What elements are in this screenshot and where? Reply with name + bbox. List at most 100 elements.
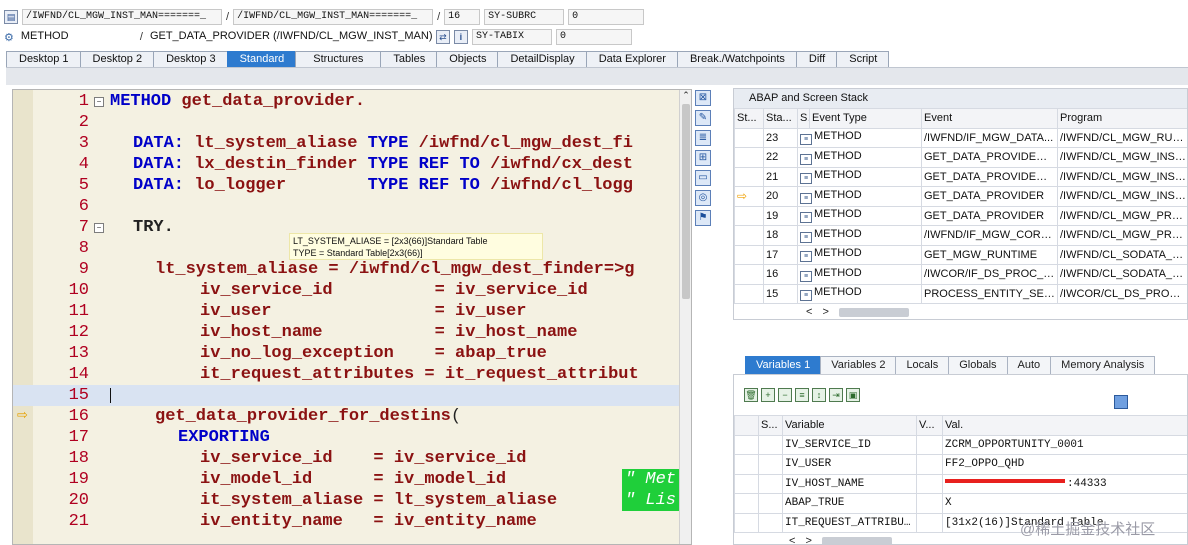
delete-icon[interactable]: 🗑: [744, 388, 758, 402]
stack-level: 21: [763, 166, 798, 187]
variable-name[interactable]: IT_REQUEST_ATTRIBUT...: [782, 512, 917, 533]
variable-name[interactable]: IV_USER: [782, 454, 917, 475]
table-row[interactable]: 23 ≡ METHOD /IWFND/IF_MGW_DATA... /IWFND/…: [734, 127, 1187, 148]
code-editor[interactable]: 1 − METHOD get_data_provider. 2 3 DATA: …: [12, 89, 692, 545]
scroll-right-icon[interactable]: >: [822, 306, 828, 318]
code-text: iv_no_log_exception = abap_true: [200, 344, 547, 363]
editor-scrollbar[interactable]: ⌃: [679, 90, 691, 544]
table-row[interactable]: 18 ≡ METHOD /IWFND/IF_MGW_CORE_... /IWFND…: [734, 225, 1187, 246]
variable-value[interactable]: ZCRM_OPPORTUNITY_0001: [942, 434, 1187, 455]
variable-name[interactable]: IV_HOST_NAME: [782, 473, 917, 494]
tab-script[interactable]: Script: [836, 51, 890, 67]
tab-detail-display[interactable]: DetailDisplay: [497, 51, 587, 67]
scroll-thumb[interactable]: [821, 536, 892, 544]
scroll-thumb[interactable]: [682, 104, 690, 299]
column-header[interactable]: S...: [758, 415, 783, 436]
remove-variable-icon[interactable]: −: [778, 388, 792, 402]
scroll-left-icon[interactable]: <: [789, 535, 795, 544]
navigate-icon[interactable]: ⇄: [435, 30, 450, 44]
program-name: /IWFND/CL_MGW_PROV...: [1057, 225, 1187, 246]
variable-name[interactable]: IV_SERVICE_ID: [782, 434, 917, 455]
event-type: METHOD: [814, 247, 862, 260]
sy-subrc-value[interactable]: 0: [568, 9, 645, 25]
column-header[interactable]: Event Type: [809, 108, 922, 129]
close-icon[interactable]: ⊠: [695, 90, 711, 106]
scroll-left-icon[interactable]: <: [806, 306, 812, 318]
fold-toggle[interactable]: −: [94, 223, 104, 233]
tab-diff[interactable]: Diff: [795, 51, 838, 67]
tab-globals[interactable]: Globals: [948, 356, 1008, 374]
tab-auto[interactable]: Auto: [1006, 356, 1052, 374]
text-cursor: [110, 388, 111, 403]
table-row[interactable]: 21 ≡ METHOD GET_DATA_PROVIDER_... /IWFND/…: [734, 166, 1187, 187]
tab-breakpoints[interactable]: Break./Watchpoints: [676, 51, 797, 67]
tab-variables-1[interactable]: Variables 1: [745, 356, 822, 374]
tab-memory-analysis[interactable]: Memory Analysis: [1050, 356, 1156, 374]
program-field[interactable]: /IWFND/CL_MGW_INST_MAN=======_: [22, 9, 222, 25]
column-header[interactable]: Val.: [942, 415, 1187, 436]
column-header[interactable]: Sta...: [763, 108, 798, 129]
code-line: 4 DATA: lx_destin_finder TYPE REF TO /iw…: [13, 154, 691, 175]
column-header[interactable]: Event: [921, 108, 1058, 129]
variable-value[interactable]: X: [942, 493, 1187, 514]
stack-level: 19: [763, 205, 798, 226]
edit-icon[interactable]: ✎: [695, 110, 711, 126]
tab-data-explorer[interactable]: Data Explorer: [585, 51, 678, 67]
list-icon[interactable]: ≡: [795, 388, 809, 402]
table-row[interactable]: IV_USER FF2_OPPO_QHD: [734, 454, 1187, 475]
variable-value[interactable]: FF2_OPPO_QHD: [942, 454, 1187, 475]
transfer-icon[interactable]: ⇥: [829, 388, 843, 402]
program-icon[interactable]: ▤: [4, 10, 18, 24]
breakpoint-icon[interactable]: ◎: [695, 190, 711, 206]
display-icon[interactable]: ▣: [846, 388, 860, 402]
tab-tables[interactable]: Tables: [380, 51, 438, 67]
sort-icon[interactable]: ↕: [812, 388, 826, 402]
tab-locals[interactable]: Locals: [895, 356, 950, 374]
column-header[interactable]: V...: [916, 415, 943, 436]
code-text: lt_system_aliase = /iwfnd/cl_mgw_dest_fi…: [155, 260, 635, 279]
split-icon[interactable]: ⊞: [695, 150, 711, 166]
tab-structures[interactable]: Structures: [295, 51, 382, 67]
column-header[interactable]: St...: [734, 108, 764, 129]
add-variable-icon[interactable]: +: [761, 388, 775, 402]
line-number: 6: [78, 197, 89, 216]
window-icon[interactable]: ▭: [695, 170, 711, 186]
table-row[interactable]: ABAP_TRUE X: [734, 493, 1187, 514]
table-row[interactable]: 16 ≡ METHOD /IWCOR/IF_DS_PROC_E... /IWFND…: [734, 264, 1187, 285]
sy-tabix-value[interactable]: 0: [555, 29, 632, 45]
column-header[interactable]: Variable: [782, 415, 917, 436]
column-header[interactable]: S...: [797, 108, 810, 129]
line-field[interactable]: 16: [444, 9, 481, 25]
table-row[interactable]: IV_HOST_NAME :44333: [734, 473, 1187, 494]
include-field[interactable]: /IWFND/CL_MGW_INST_MAN=======_: [233, 9, 434, 25]
fold-toggle[interactable]: −: [94, 97, 104, 107]
tab-objects[interactable]: Objects: [436, 51, 499, 67]
program-name: /IWFND/CL_SODATA_PR...: [1057, 264, 1187, 285]
table-row[interactable]: 17 ≡ METHOD GET_MGW_RUNTIME /IWFND/CL_SOD…: [734, 244, 1187, 265]
stack-hscrollbar[interactable]: < >: [734, 304, 1187, 319]
tab-desktop-1[interactable]: Desktop 1: [6, 51, 81, 67]
table-row[interactable]: IV_SERVICE_ID ZCRM_OPPORTUNITY_0001: [734, 434, 1187, 455]
event-name: GET_DATA_PROVIDER_...: [921, 147, 1058, 168]
tab-desktop-3[interactable]: Desktop 3: [153, 51, 228, 67]
column-header[interactable]: Program: [1057, 108, 1187, 129]
table-row[interactable]: 15 ≡ METHOD PROCESS_ENTITY_SET_... /IWCOR…: [734, 283, 1187, 304]
method-icon: ≡: [800, 270, 812, 282]
source-icon[interactable]: ≣: [695, 130, 711, 146]
stack-level: 16: [763, 264, 798, 285]
save-icon[interactable]: [1114, 395, 1128, 409]
tab-desktop-2[interactable]: Desktop 2: [79, 51, 155, 67]
tab-standard[interactable]: Standard: [226, 51, 297, 67]
scroll-up-icon[interactable]: ⌃: [680, 90, 691, 100]
table-row[interactable]: 22 ≡ METHOD GET_DATA_PROVIDER_... /IWFND/…: [734, 147, 1187, 168]
method-icon: ≡: [800, 290, 812, 302]
variable-name[interactable]: ABAP_TRUE: [782, 493, 917, 514]
event-name: /IWCOR/IF_DS_PROC_E...: [921, 264, 1058, 285]
table-row-current[interactable]: ⇨ 20 ≡ METHOD GET_DATA_PROVIDER /IWFND/CL…: [734, 186, 1187, 207]
watchpoint-icon[interactable]: ⚑: [695, 210, 711, 226]
scroll-thumb[interactable]: [838, 307, 909, 317]
table-row[interactable]: 19 ≡ METHOD GET_DATA_PROVIDER /IWFND/CL_M…: [734, 205, 1187, 226]
info-icon[interactable]: i: [453, 30, 468, 44]
tab-variables-2[interactable]: Variables 2: [820, 356, 897, 374]
scroll-right-icon[interactable]: >: [805, 535, 811, 544]
